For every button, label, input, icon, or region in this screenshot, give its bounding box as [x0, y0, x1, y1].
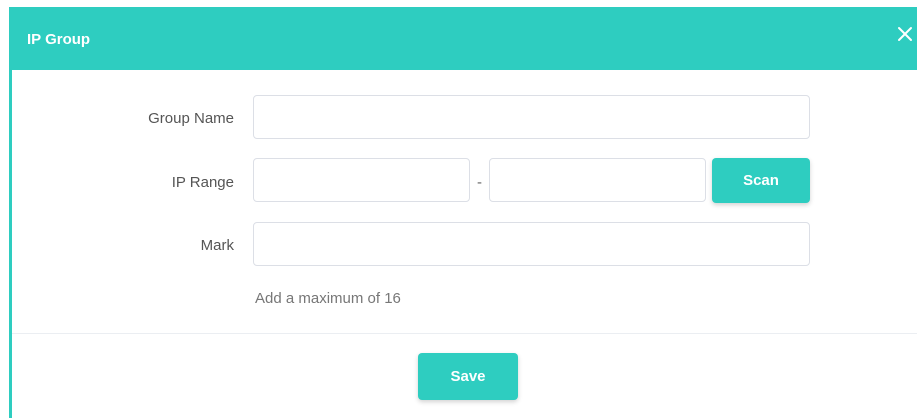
max-hint-text: Add a maximum of 16 [255, 290, 401, 307]
ip-range-start-input[interactable] [253, 158, 470, 202]
group-name-input[interactable] [253, 95, 810, 139]
ip-range-separator: - [477, 174, 482, 191]
close-icon [898, 27, 912, 41]
ip-range-label-cell: IP Range [12, 174, 234, 192]
ip-range-end-input[interactable] [489, 158, 706, 202]
mark-input[interactable] [253, 222, 810, 266]
group-name-label-cell: Group Name [12, 110, 234, 128]
save-button[interactable]: Save [418, 353, 518, 400]
ip-range-label: IP Range [171, 174, 234, 191]
dialog-title: IP Group [27, 31, 91, 48]
group-name-label: Group Name [148, 110, 234, 127]
mark-label-cell: Mark [12, 237, 234, 255]
scan-button[interactable]: Scan [712, 158, 810, 203]
page: IP Group Group Name IP Range - Scan Mark… [0, 0, 917, 418]
close-button[interactable] [895, 24, 915, 44]
mark-label: Mark [200, 237, 234, 254]
ip-group-dialog: IP Group Group Name IP Range - Scan Mark… [9, 7, 917, 418]
footer-divider [12, 333, 917, 334]
dialog-header: IP Group [9, 7, 917, 70]
